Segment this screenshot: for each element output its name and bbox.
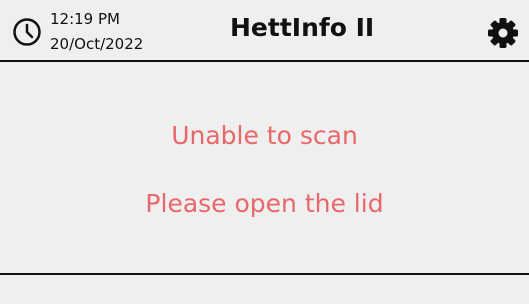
clock-icon — [13, 18, 41, 46]
date-display: 20/Oct/2022 — [50, 35, 144, 53]
error-message-line1: Unable to scan — [171, 121, 358, 150]
bottom-divider — [0, 273, 529, 275]
error-message-line2: Please open the lid — [145, 189, 384, 218]
gear-icon[interactable] — [486, 16, 520, 50]
time-display: 12:19 PM — [50, 10, 120, 28]
header-bar: 12:19 PM 20/Oct/2022 HettInfo II — [0, 0, 529, 62]
app-title: HettInfo II — [230, 13, 375, 42]
